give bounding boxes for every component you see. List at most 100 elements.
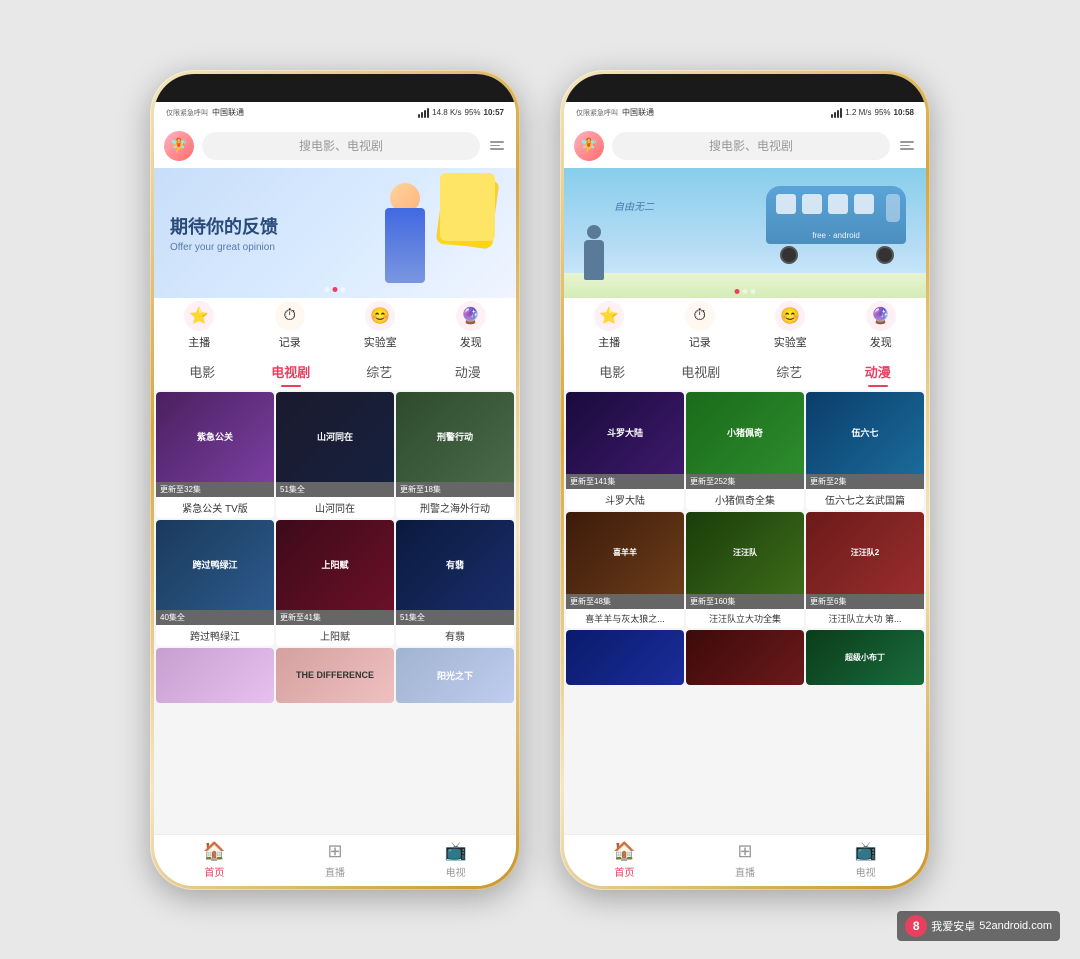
time-text: 10:57 bbox=[484, 108, 504, 117]
discover-icon-left: 🔮 bbox=[456, 301, 486, 331]
home-label-right: 首页 bbox=[614, 864, 634, 879]
badge-1-right: 更新至252集 bbox=[686, 474, 804, 489]
grid-item-8-right[interactable]: 超级小布丁 bbox=[806, 630, 924, 685]
live-icon-left: ⭐ bbox=[184, 301, 214, 331]
nav-lab-left[interactable]: 😊 实验室 bbox=[335, 301, 426, 350]
grid-item-4-left[interactable]: 上阳赋 更新至41集 上阳赋 bbox=[276, 520, 394, 646]
phone-left: 仅限紧急呼叫 中国联通 14.8 K/s 95% 10:57 bbox=[150, 70, 520, 890]
thumbnail-5-right: 汪汪队2 bbox=[806, 512, 924, 594]
tab-movie-right[interactable]: 电影 bbox=[568, 356, 657, 387]
title-3-right: 喜羊羊与灰太狼之... bbox=[566, 609, 684, 628]
grid-item-2-right[interactable]: 伍六七 更新至2集 伍六七之玄武国篇 bbox=[806, 392, 924, 510]
tab-movie-left[interactable]: 电影 bbox=[158, 356, 247, 387]
nav-discover-left[interactable]: 🔮 发现 bbox=[426, 301, 517, 350]
grid-item-0-right[interactable]: 斗罗大陆 更新至141集 斗罗大陆 bbox=[566, 392, 684, 510]
thumbnail-6-right bbox=[566, 630, 684, 685]
battery-text: 95% bbox=[465, 108, 481, 117]
nav-record-right[interactable]: ⏱ 记录 bbox=[655, 301, 746, 350]
title-2-left: 刑警之海外行动 bbox=[396, 497, 514, 518]
nav-discover-right[interactable]: 🔮 发现 bbox=[836, 301, 927, 350]
grid-item-6-left[interactable] bbox=[156, 648, 274, 703]
tab-variety-left[interactable]: 综艺 bbox=[335, 356, 424, 387]
watermark: 8 我爱安卓 52android.com bbox=[897, 911, 1060, 941]
user-avatar-left[interactable]: 🧚 bbox=[164, 131, 194, 161]
category-tabs-right: 电影 电视剧 综艺 动漫 bbox=[564, 354, 926, 390]
grid-item-7-left[interactable]: THE DIFFERENCE bbox=[276, 648, 394, 703]
thumbnail-2-right: 伍六七 bbox=[806, 392, 924, 474]
live-label-bottom-left: 直播 bbox=[325, 864, 345, 879]
search-placeholder-left: 搜电影、电视剧 bbox=[299, 137, 383, 154]
status-left-right: 仅限紧急呼叫 中国联通 bbox=[576, 107, 654, 118]
thumbnail-5-left: 有翡 bbox=[396, 520, 514, 610]
grid-item-4-right[interactable]: 汪汪队 更新至160集 汪汪队立大功全集 bbox=[686, 512, 804, 628]
badge-5-right: 更新至6集 bbox=[806, 594, 924, 609]
grid-item-7-right[interactable] bbox=[686, 630, 804, 685]
content-row-3-right: 超级小布丁 bbox=[564, 630, 926, 687]
content-row-2-left: 跨过鸭绿江 40集全 跨过鸭绿江 上阳赋 更新至41集 上阳赋 bbox=[154, 520, 516, 648]
grid-item-2-left[interactable]: 刑警行动 更新至18集 刑警之海外行动 bbox=[396, 392, 514, 518]
tab-tv-right[interactable]: 电视剧 bbox=[657, 356, 746, 387]
status-left-info: 仅限紧急呼叫 中国联通 bbox=[166, 107, 244, 118]
phone-right: 仅限紧急呼叫 中国联通 1.2 M/s 95% 10:58 bbox=[560, 70, 930, 890]
search-input-right[interactable]: 搜电影、电视剧 bbox=[612, 132, 890, 160]
user-avatar-right[interactable]: 🧚 bbox=[574, 131, 604, 161]
thumbnail-4-right: 汪汪队 bbox=[686, 512, 804, 594]
bus-wheels bbox=[780, 246, 906, 264]
live-icon-bottom-right: ⊞ bbox=[737, 841, 752, 862]
nav-lab-right[interactable]: 😊 实验室 bbox=[745, 301, 836, 350]
tab-anime-left[interactable]: 动漫 bbox=[424, 356, 513, 387]
title-4-right: 汪汪队立大功全集 bbox=[686, 609, 804, 628]
tab-tv-left[interactable]: 电视剧 bbox=[247, 356, 336, 387]
bottom-home-right[interactable]: 🏠 首页 bbox=[564, 841, 685, 879]
content-area-left: 紫急公关 更新至32集 紧急公关 TV版 山河同在 51集全 山河同在 bbox=[154, 390, 516, 834]
nav-live-left[interactable]: ⭐ 主播 bbox=[154, 301, 245, 350]
tab-variety-right[interactable]: 综艺 bbox=[745, 356, 834, 387]
lab-label-right: 实验室 bbox=[774, 334, 807, 350]
grid-item-0-left[interactable]: 紫急公关 更新至32集 紧急公关 TV版 bbox=[156, 392, 274, 518]
bottom-home-left[interactable]: 🏠 首页 bbox=[154, 841, 275, 879]
banner-dots-right bbox=[735, 289, 756, 294]
grid-item-3-right[interactable]: 喜羊羊 更新至48集 喜羊羊与灰太狼之... bbox=[566, 512, 684, 628]
lab-label-left: 实验室 bbox=[364, 334, 397, 350]
thumbnail-1-right: 小猪佩奇 bbox=[686, 392, 804, 474]
dot-2 bbox=[333, 287, 338, 292]
home-icon-right: 🏠 bbox=[613, 841, 635, 862]
live-label-right: 主播 bbox=[598, 334, 620, 350]
badge-3-left: 40集全 bbox=[156, 610, 274, 625]
grid-item-3-left[interactable]: 跨过鸭绿江 40集全 跨过鸭绿江 bbox=[156, 520, 274, 646]
grid-item-6-right[interactable] bbox=[566, 630, 684, 685]
bus-window-3 bbox=[828, 194, 848, 214]
record-icon-right: ⏱ bbox=[685, 301, 715, 331]
grid-item-1-left[interactable]: 山河同在 51集全 山河同在 bbox=[276, 392, 394, 518]
ground bbox=[564, 273, 926, 298]
nav-record-left[interactable]: ⏱ 记录 bbox=[245, 301, 336, 350]
tab-anime-right[interactable]: 动漫 bbox=[834, 356, 923, 387]
bus-window-2 bbox=[802, 194, 822, 214]
grid-item-5-left[interactable]: 有翡 51集全 有翡 bbox=[396, 520, 514, 646]
search-input-left[interactable]: 搜电影、电视剧 bbox=[202, 132, 480, 160]
content-row-1-right: 斗罗大陆 更新至141集 斗罗大陆 小猪佩奇 更新至252集 小猪佩奇全集 bbox=[564, 390, 926, 512]
home-label-left: 首页 bbox=[204, 864, 224, 879]
settings-icon-right[interactable] bbox=[898, 139, 916, 152]
bottom-live-right[interactable]: ⊞ 直播 bbox=[685, 841, 806, 879]
thumbnail-3-left: 跨过鸭绿江 bbox=[156, 520, 274, 610]
phone-right-notch bbox=[564, 74, 926, 102]
bottom-live-left[interactable]: ⊞ 直播 bbox=[275, 841, 396, 879]
dot-3 bbox=[341, 287, 346, 292]
nav-live-right[interactable]: ⭐ 主播 bbox=[564, 301, 655, 350]
bottom-tv-left[interactable]: 📺 电视 bbox=[395, 841, 516, 879]
settings-icon-left[interactable] bbox=[488, 139, 506, 152]
bottom-tv-right[interactable]: 📺 电视 bbox=[805, 841, 926, 879]
speed-text: 14.8 K/s bbox=[432, 108, 461, 117]
grid-item-8-left[interactable]: 阳光之下 bbox=[396, 648, 514, 703]
thumbnail-3-right: 喜羊羊 bbox=[566, 512, 684, 594]
content-row-1-left: 紫急公关 更新至32集 紧急公关 TV版 山河同在 51集全 山河同在 bbox=[154, 390, 516, 520]
discover-label-left: 发现 bbox=[460, 334, 482, 350]
grid-item-1-right[interactable]: 小猪佩奇 更新至252集 小猪佩奇全集 bbox=[686, 392, 804, 510]
thumbnail-0-right: 斗罗大陆 bbox=[566, 392, 684, 474]
speed-text-right: 1.2 M/s bbox=[845, 108, 871, 117]
grid-item-5-right[interactable]: 汪汪队2 更新至6集 汪汪队立大功 第... bbox=[806, 512, 924, 628]
banner-left: 期待你的反馈 Offer your great opinion bbox=[154, 168, 516, 298]
bus-front-window bbox=[886, 194, 900, 222]
bus-illustration: free · android bbox=[766, 186, 906, 264]
